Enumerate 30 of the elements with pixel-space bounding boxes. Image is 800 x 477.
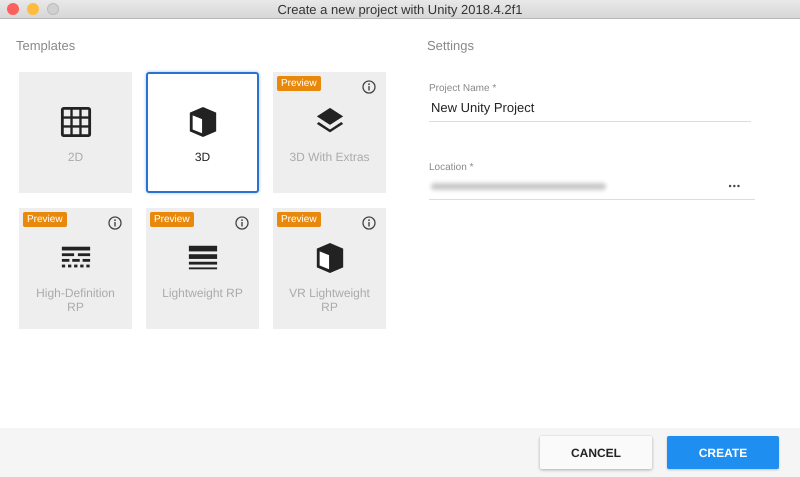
preview-badge: Preview — [277, 76, 321, 91]
browse-button[interactable]: ••• — [728, 181, 741, 191]
preview-badge: Preview — [23, 212, 67, 227]
template-label: 3D — [194, 150, 212, 164]
info-icon[interactable] — [362, 80, 376, 94]
preview-badge: Preview — [277, 212, 321, 227]
template-card[interactable]: 2D — [19, 72, 132, 193]
section-heading: Templates — [16, 38, 76, 53]
window-title: Create a new project with Unity 2018.4.2f1 — [278, 2, 522, 16]
template-card[interactable]: Preview VR Lightweight RP — [273, 208, 386, 329]
template-card[interactable]: 3D — [146, 72, 259, 193]
template-label: 2D — [66, 150, 84, 164]
template-label: 3D With Extras — [288, 150, 370, 164]
template-label: Lightweight RP — [161, 286, 244, 300]
template-label: VR Lightweight RP — [288, 286, 371, 314]
template-label: High-Definition RP — [35, 286, 116, 314]
template-card[interactable]: Preview High-Definition RP — [19, 208, 132, 329]
template-card[interactable]: Preview 3D With Extras — [273, 72, 386, 193]
location-field[interactable]: ••• — [429, 173, 755, 200]
cancel-button[interactable]: CANCEL — [540, 436, 652, 469]
create-button[interactable]: CREATE — [667, 436, 779, 469]
field-label: Location * — [429, 162, 474, 173]
grid-icon — [60, 106, 92, 138]
field-label: Project Name * — [429, 83, 498, 94]
info-icon[interactable] — [362, 216, 376, 230]
info-icon[interactable] — [235, 216, 249, 230]
section-heading: Settings — [427, 38, 475, 53]
template-card[interactable]: Preview Lightweight RP — [146, 208, 259, 329]
info-icon[interactable] — [108, 216, 122, 230]
preview-badge: Preview — [150, 212, 194, 227]
